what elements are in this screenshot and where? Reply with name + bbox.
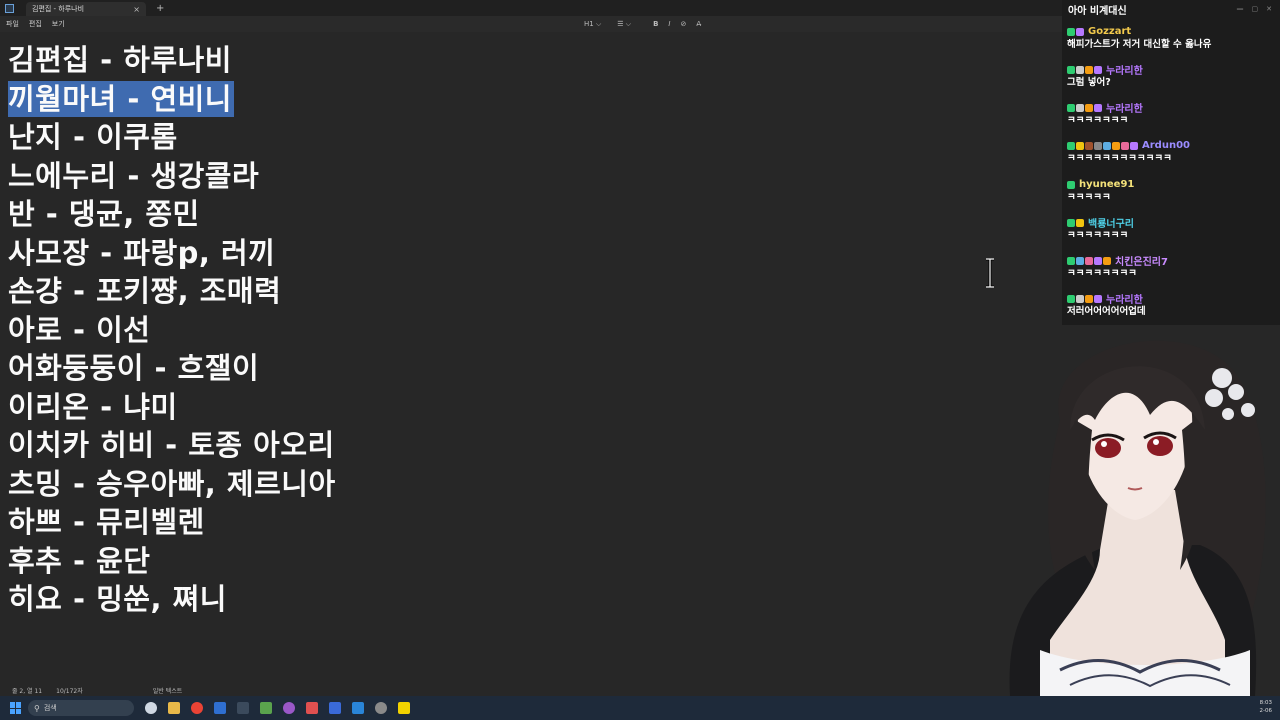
app-icon[interactable] (329, 702, 341, 714)
editor-line[interactable]: 하쁘 - 뮤리벨렌 (8, 504, 205, 540)
editor-line[interactable]: 난지 - 이쿠롬 (8, 119, 178, 155)
editor-line[interactable]: 이리온 - 냐미 (8, 389, 178, 425)
chat-header: 아아 비계대신 — ▢ ✕ (1062, 0, 1280, 18)
cursor-position: 줄 2, 열 11 (12, 687, 43, 695)
chat-text: ㅋㅋㅋㅋㅋㅋㅋ (1067, 230, 1129, 241)
chat-message: hyunee91 ㅋㅋㅋㅋㅋ (1067, 178, 1277, 205)
italic-button[interactable]: I (668, 20, 670, 28)
menu-view[interactable]: 보기 (52, 19, 65, 29)
notepad-app-icon (5, 3, 14, 13)
search-placeholder: 검색 (43, 704, 57, 712)
chat-text: ㅋㅋㅋㅋㅋㅋㅋ (1067, 115, 1129, 126)
chat-title: 아아 비계대신 (1068, 5, 1127, 17)
close-icon[interactable]: × (133, 5, 140, 14)
vscode-icon[interactable] (214, 702, 226, 714)
app-icon[interactable] (283, 702, 295, 714)
chat-username[interactable]: Ardun00 (1142, 140, 1190, 151)
notepad-icon[interactable] (352, 702, 364, 714)
text-editor[interactable]: 김편집 - 하루나비 끼월마녀 - 연비니 난지 - 이쿠롬 느에누리 - 생강… (0, 36, 1062, 681)
chrome-icon[interactable] (191, 702, 203, 714)
title-bar: 김편집 - 하루나비 × + (0, 0, 1062, 16)
chat-message: 누라리한 저러어어어어어업데 (1067, 292, 1277, 319)
chat-username[interactable]: 누라리한 (1106, 100, 1143, 115)
editor-line[interactable]: 반 - 댕균, 쫑민 (8, 196, 200, 232)
badge-icons (1067, 65, 1103, 74)
editor-line[interactable]: 손걍 - 포키쨩, 조매력 (8, 273, 281, 309)
chat-username[interactable]: hyunee91 (1079, 179, 1134, 190)
chat-message: Ardun00 ㅋㅋㅋㅋㅋㅋㅋㅋㅋㅋㅋㅋ (1067, 139, 1277, 166)
chat-text: ㅋㅋㅋㅋㅋㅋㅋㅋ (1067, 268, 1137, 279)
app-icon[interactable] (237, 702, 249, 714)
vtuber-avatar (1009, 340, 1266, 696)
editor-line[interactable]: 김편집 - 하루나비 (8, 42, 232, 78)
chat-username[interactable]: 누라리한 (1106, 291, 1143, 306)
editor-line-selected[interactable]: 끼월마녀 - 연비니 (8, 81, 234, 117)
badge-icons (1067, 256, 1112, 265)
clear-format-icon[interactable]: A̶ (696, 20, 701, 28)
chat-message: Gozzart 해피가스트가 저거 대신할 수 옳나유 (1067, 25, 1277, 52)
new-tab-button[interactable]: + (156, 3, 164, 14)
badge-icons (1067, 27, 1085, 36)
weather-icon[interactable] (145, 702, 157, 714)
clock-time: 8:03 (1259, 700, 1272, 706)
editor-line[interactable]: 아로 - 이선 (8, 312, 150, 348)
chat-overlay: 아아 비계대신 — ▢ ✕ Gozzart 해피가스트가 저거 대신할 수 옳나… (1062, 0, 1280, 325)
taskbar: ⚲ 검색 8:03 2-06 (0, 696, 1280, 720)
menu-bar: 파일 편집 보기 (0, 16, 1062, 32)
chat-text: 저러어어어어어업데 (1067, 306, 1146, 317)
editor-line[interactable]: 사모장 - 파랑p, 러끼 (8, 235, 275, 271)
chat-username[interactable]: 백룡너구리 (1088, 215, 1134, 230)
char-count: 10/172자 (56, 687, 83, 695)
clock-date: 2-06 (1259, 708, 1272, 714)
chat-username[interactable]: Gozzart (1088, 26, 1131, 37)
editor-line[interactable]: 느에누리 - 생강콜라 (8, 158, 259, 194)
app-icon[interactable] (306, 702, 318, 714)
search-icon: ⚲ (34, 703, 40, 713)
close-icon[interactable]: ✕ (1266, 5, 1272, 13)
bold-button[interactable]: B (653, 20, 658, 28)
tab-title: 김편집 - 하루나비 (32, 5, 85, 13)
heading-dropdown[interactable]: H1 ⌵ (584, 20, 601, 29)
text-cursor-icon (986, 258, 994, 288)
editor-line[interactable]: 히요 - 밍쑨, 쪄니 (8, 581, 227, 617)
chat-message: 치킨은진리7 ㅋㅋㅋㅋㅋㅋㅋㅋ (1067, 254, 1277, 281)
editor-line[interactable]: 어화둥둥이 - 흐잴이 (8, 350, 259, 386)
badge-icons (1067, 141, 1139, 150)
chat-text: ㅋㅋㅋㅋㅋ (1067, 192, 1111, 203)
system-clock[interactable]: 8:03 2-06 (1260, 699, 1272, 715)
maximize-icon[interactable]: ▢ (1252, 5, 1259, 13)
editor-line[interactable]: 이치카 히비 - 토종 아오리 (8, 427, 335, 463)
format-toolbar: H1 ⌵ ☰ ⌵ B I ⊘ A̶ (584, 16, 701, 32)
status-bar: 줄 2, 열 11 10/172자 일반 텍스트 (0, 684, 1062, 696)
badge-icons (1067, 103, 1103, 112)
menu-edit[interactable]: 편집 (29, 19, 42, 29)
chat-username[interactable]: 치킨은진리7 (1115, 253, 1168, 268)
badge-icons (1067, 294, 1103, 303)
kakaotalk-icon[interactable] (398, 702, 410, 714)
minimize-icon[interactable]: — (1237, 5, 1244, 13)
chat-text: 해피가스트가 저거 대신할 수 옳나유 (1067, 39, 1212, 50)
file-explorer-icon[interactable] (168, 702, 180, 714)
text-format: 일반 텍스트 (152, 687, 183, 695)
chat-message: 누라리한 그럼 넣어? (1067, 63, 1277, 90)
windows-start-icon[interactable] (10, 702, 22, 714)
document-tab[interactable]: 김편집 - 하루나비 × (26, 2, 146, 16)
chat-text: 그럼 넣어? (1067, 77, 1111, 88)
editor-line[interactable]: 후추 - 윤단 (8, 543, 150, 579)
editor-line[interactable]: 츠밍 - 승우아빠, 제르니아 (8, 466, 336, 502)
taskbar-search[interactable]: ⚲ 검색 (28, 700, 134, 716)
badge-icons (1067, 180, 1076, 189)
chat-text: ㅋㅋㅋㅋㅋㅋㅋㅋㅋㅋㅋㅋ (1067, 153, 1172, 164)
chat-username[interactable]: 누라리한 (1106, 62, 1143, 77)
chat-message: 누라리한 ㅋㅋㅋㅋㅋㅋㅋ (1067, 101, 1277, 128)
app-icon[interactable] (260, 702, 272, 714)
badge-icons (1067, 218, 1085, 227)
settings-icon[interactable] (375, 702, 387, 714)
link-icon[interactable]: ⊘ (680, 20, 686, 28)
list-dropdown[interactable]: ☰ ⌵ (617, 20, 631, 29)
menu-file[interactable]: 파일 (6, 19, 19, 29)
chat-message: 백룡너구리 ㅋㅋㅋㅋㅋㅋㅋ (1067, 216, 1277, 243)
